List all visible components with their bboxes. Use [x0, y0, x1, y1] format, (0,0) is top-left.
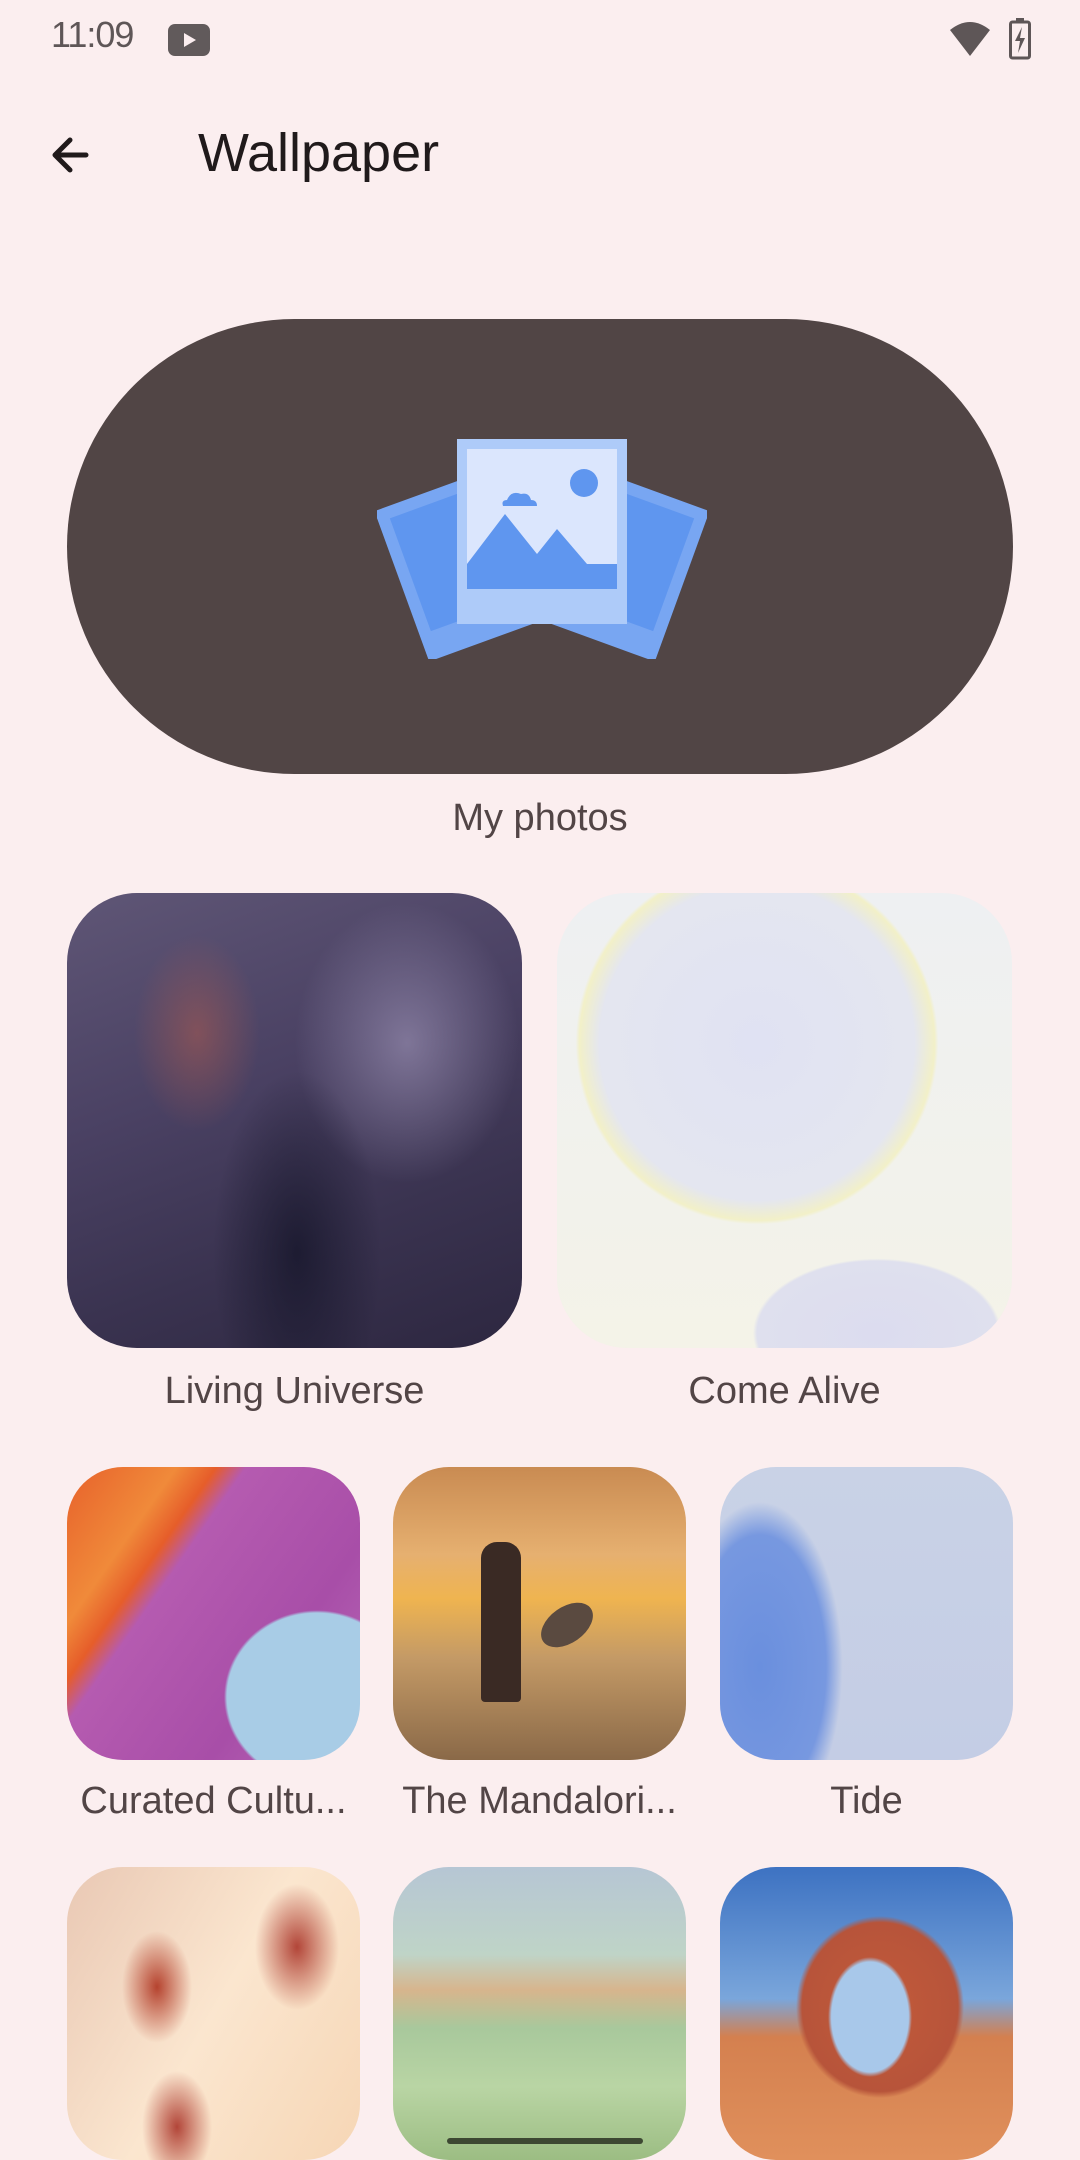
category-label: Living Universe: [164, 1370, 425, 1412]
category-label: Tide: [830, 1780, 903, 1822]
app-bar: Wallpaper: [0, 110, 1080, 200]
category-the-mandalorian[interactable]: [393, 1467, 686, 1760]
category-living-universe[interactable]: [67, 893, 522, 1348]
my-photos-button[interactable]: [67, 319, 1013, 774]
category-label: Curated Cultu...: [80, 1780, 347, 1822]
category-tide[interactable]: [720, 1467, 1013, 1760]
pod-shape: [532, 1593, 602, 1657]
status-bar: 11:09: [0, 0, 1080, 76]
category-village-landscape[interactable]: [393, 1867, 686, 2160]
my-photos-label: My photos: [452, 797, 628, 839]
page-title: Wallpaper: [198, 123, 440, 183]
category-come-alive[interactable]: [557, 893, 1012, 1348]
status-time: 11:09: [51, 14, 134, 55]
gesture-nav-handle[interactable]: [447, 2138, 643, 2144]
category-label: Come Alive: [688, 1370, 881, 1412]
photo-stack-icon: [377, 439, 707, 659]
category-flower[interactable]: [67, 1867, 360, 2160]
mandalorian-figure: [481, 1542, 521, 1702]
wifi-icon: [950, 22, 990, 56]
category-curated-culture[interactable]: [67, 1467, 360, 1760]
youtube-notification-icon: [168, 24, 210, 56]
back-button[interactable]: [40, 123, 104, 187]
battery-charging-icon: [1009, 18, 1031, 60]
category-label: The Mandalori...: [402, 1780, 677, 1822]
category-delicate-arch[interactable]: [720, 1867, 1013, 2160]
